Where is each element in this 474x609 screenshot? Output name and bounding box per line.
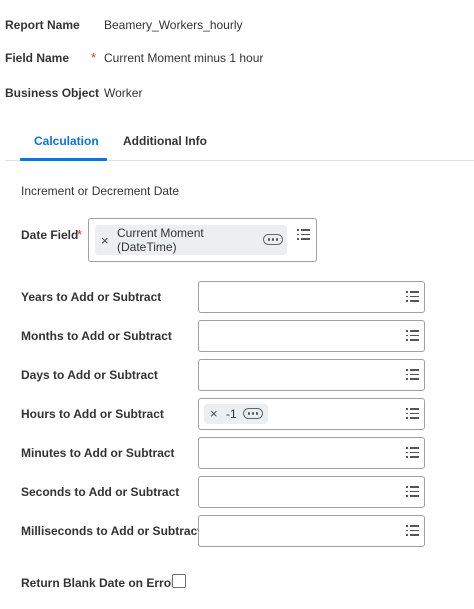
more-icon[interactable] [243,408,263,419]
list-icon[interactable] [406,369,419,380]
years-input[interactable] [198,281,425,313]
close-icon[interactable]: × [101,233,109,248]
tab-calculation[interactable]: Calculation [34,134,99,148]
more-icon[interactable] [263,234,283,245]
months-label: Months to Add or Subtract [21,329,172,343]
list-icon[interactable] [406,291,419,302]
minutes-label: Minutes to Add or Subtract [21,446,175,460]
months-input[interactable] [198,320,425,352]
hours-value: -1 [226,407,237,421]
days-label: Days to Add or Subtract [21,368,158,382]
milliseconds-label: Milliseconds to Add or Subtract [21,524,202,538]
report-name-label: Report Name [5,18,80,32]
hours-input[interactable]: × -1 [198,398,425,430]
hours-label: Hours to Add or Subtract [21,407,164,421]
business-object-value: Worker [104,86,143,100]
days-input[interactable] [198,359,425,391]
list-icon[interactable] [406,486,419,497]
years-label: Years to Add or Subtract [21,290,162,304]
field-name-label: Field Name [5,51,70,65]
list-icon[interactable] [406,330,419,341]
seconds-label: Seconds to Add or Subtract [21,485,180,499]
list-icon[interactable] [406,408,419,419]
list-icon[interactable] [406,525,419,536]
list-icon[interactable] [297,229,310,240]
date-field-pill-line2: (DateTime) [117,240,177,254]
date-field-input[interactable]: × Current Moment (DateTime) [88,218,317,262]
date-field-pill: × Current Moment (DateTime) [95,225,287,255]
business-object-label: Business Object [5,86,100,100]
date-field-required-asterisk: * [77,227,83,242]
milliseconds-input[interactable] [198,515,425,547]
date-field-pill-line1: Current Moment [117,226,204,240]
tab-additional-info[interactable]: Additional Info [123,134,207,148]
date-field-label: Date Field [21,228,79,242]
report-name-value: Beamery_Workers_hourly [104,18,243,32]
return-blank-checkbox[interactable] [172,574,186,588]
return-blank-label: Return Blank Date on Error [21,576,176,590]
seconds-input[interactable] [198,476,425,508]
required-asterisk: * [91,50,97,65]
hours-value-pill: × -1 [204,404,268,424]
active-tab-indicator [20,158,107,161]
section-title: Increment or Decrement Date [21,184,180,198]
minutes-input[interactable] [198,437,425,469]
close-icon[interactable]: × [210,406,218,421]
field-name-value: Current Moment minus 1 hour [104,51,264,65]
list-icon[interactable] [406,447,419,458]
